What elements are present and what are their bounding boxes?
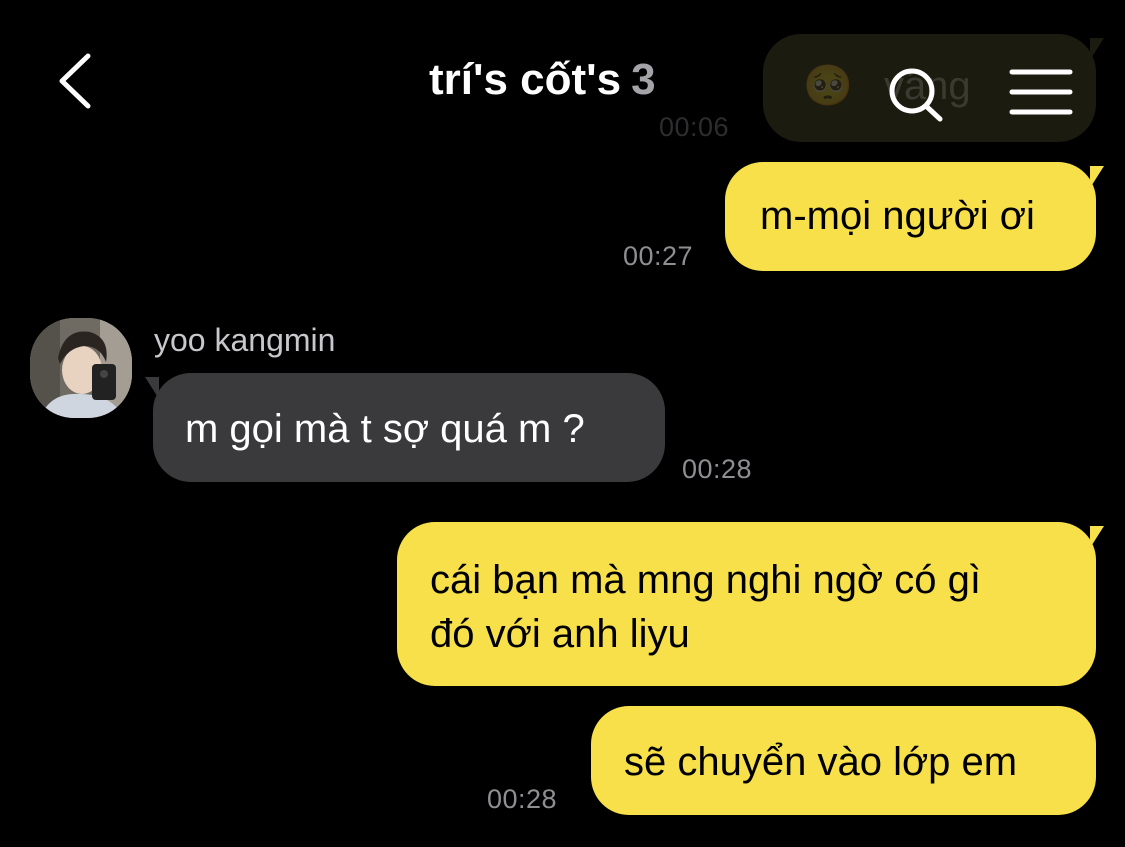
message-time: 00:06: [659, 112, 730, 142]
avatar[interactable]: [30, 318, 132, 418]
message-time: 00:28: [487, 784, 558, 814]
menu-icon: [1009, 69, 1073, 115]
search-icon: [889, 68, 943, 122]
message-time: 00:28: [682, 454, 753, 484]
message-text: m gọi mà t sợ quá m ?: [185, 407, 585, 451]
message-text: m-mọi người ơi: [760, 194, 1035, 238]
bubble-tail: [1090, 526, 1104, 548]
avatar-photo: [30, 318, 132, 418]
sender-name: yoo kangmin: [154, 322, 336, 358]
chevron-left-icon: [59, 53, 91, 109]
menu-button[interactable]: [1008, 66, 1074, 118]
emoji-icon: 🥺: [803, 64, 853, 108]
message-text: sẽ chuyển vào lớp em: [624, 740, 1018, 784]
message-text-line: cái bạn mà mng nghi ngờ có gì: [430, 558, 981, 602]
chat-screen: 🥺 vâng 00:06 trí's cốt's 3 m-mọi người ơi…: [0, 0, 1125, 847]
chat-title: trí's cốt's 3: [429, 55, 656, 105]
message-bubble[interactable]: m-mọi người ơi: [725, 162, 1096, 271]
message-bubble[interactable]: cái bạn mà mng nghi ngờ có gì đó với anh…: [397, 522, 1096, 686]
bubble-tail: [145, 377, 159, 399]
member-count: 3: [631, 55, 656, 104]
message-bubble[interactable]: m gọi mà t sợ quá m ?: [153, 373, 665, 482]
message-text-line: đó với anh liyu: [430, 612, 690, 656]
search-button[interactable]: [885, 64, 947, 124]
bubble-tail: [1090, 38, 1104, 60]
back-button[interactable]: [52, 48, 104, 114]
message-bubble[interactable]: sẽ chuyển vào lớp em: [591, 706, 1096, 815]
chat-name: trí's cốt's: [429, 55, 622, 104]
bubble-tail: [1090, 166, 1104, 188]
message-time: 00:27: [623, 241, 694, 271]
